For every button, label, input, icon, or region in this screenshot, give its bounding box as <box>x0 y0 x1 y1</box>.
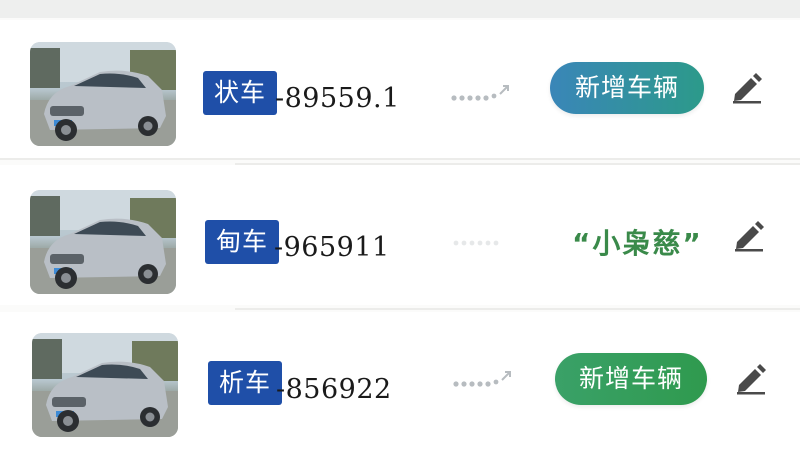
car-photo-icon <box>32 333 178 437</box>
car-photo-icon <box>30 190 176 294</box>
car-thumbnail <box>30 190 176 294</box>
nickname-quote: “小枭慈” <box>572 227 703 260</box>
vehicle-row[interactable]: 状车 -89559.1 新增车辆 <box>0 20 800 160</box>
top-strip <box>0 0 800 18</box>
pencil-icon[interactable] <box>729 68 765 104</box>
row-divider <box>235 308 800 310</box>
vehicle-row[interactable]: 析车 -856922 新增车辆 <box>0 312 800 450</box>
plate-prefix-badge: 状车 <box>203 71 278 115</box>
car-thumbnail <box>32 333 178 437</box>
plate-number: -856922 <box>276 374 392 405</box>
dotted-arrow-icon <box>453 240 499 246</box>
plate-prefix-badge: 析车 <box>208 361 283 405</box>
add-vehicle-button[interactable]: 新增车辆 <box>550 62 704 114</box>
plate-number: -965911 <box>274 232 390 263</box>
dotted-arrow-icon <box>451 85 509 101</box>
car-thumbnail <box>30 42 176 146</box>
car-photo-icon <box>30 42 176 146</box>
plate-number: -89559.1 <box>275 83 400 114</box>
add-vehicle-button[interactable]: 新增车辆 <box>555 353 707 405</box>
pencil-icon[interactable] <box>733 359 769 395</box>
plate-prefix-badge: 甸车 <box>205 220 280 264</box>
pencil-icon[interactable] <box>731 216 767 252</box>
dotted-arrow-icon <box>453 371 511 387</box>
vehicle-row[interactable]: 甸车 -965911 “小枭慈” <box>0 165 800 305</box>
vehicle-list-page: 状车 -89559.1 新增车辆 甸车 -965911 “小枭慈” 析车 -85… <box>0 0 800 450</box>
